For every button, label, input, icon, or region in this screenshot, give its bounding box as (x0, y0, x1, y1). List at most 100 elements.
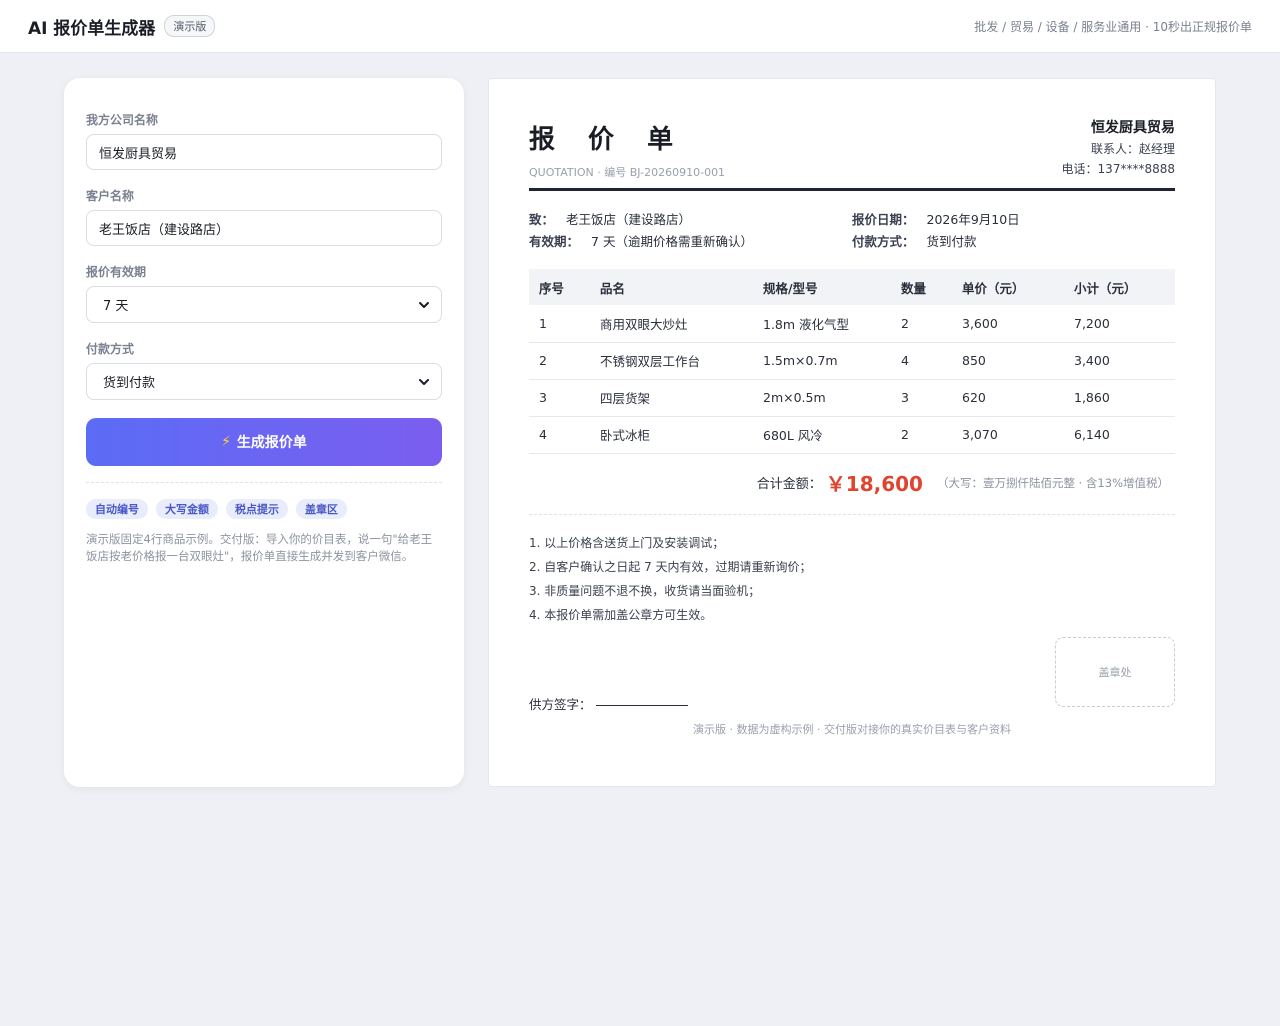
feature-chip: 盖章区 (296, 499, 347, 519)
form-panel: 我方公司名称 恒发厨具贸易 客户名称 老王饭店（建设路店） 报价有效期 7 天 … (64, 78, 464, 787)
company-label: 我方公司名称 (86, 113, 159, 127)
quote-document: 报 价 单 QUOTATION · 编号 BJ-20260910-001 恒发厨… (488, 78, 1216, 787)
signature-field: 供方签字： (529, 694, 688, 713)
supplier-name: 恒发厨具贸易 (1091, 120, 1175, 136)
table-cell: 1,860 (1064, 379, 1175, 417)
supplier-contact: 联系人：赵经理 (1090, 142, 1175, 156)
terms-list: 1. 以上价格含送货上门及安装调试； 2. 自客户确认之日起 7 天内有效，过期… (529, 531, 1175, 627)
table-cell: 2 (891, 416, 952, 454)
date-label: 报价日期： (852, 212, 915, 227)
column-header: 小计（元） (1064, 269, 1175, 305)
client-label: 客户名称 (86, 189, 135, 203)
validity-select[interactable]: 7 天 (86, 286, 442, 323)
term-item: 4. 本报价单需加盖公章方可生效。 (529, 607, 713, 622)
table-header-row: 序号 品名 规格/型号 数量 单价（元） 小计（元） (529, 269, 1175, 305)
to-label: 致： (529, 212, 555, 227)
total-amount: ￥18,600 (825, 472, 923, 496)
table-cell: 7,200 (1064, 305, 1175, 343)
payment-select[interactable]: 货到付款 (86, 363, 442, 400)
table-cell: 1.5m×0.7m (753, 342, 891, 380)
total-in-words: （大写：壹万捌仟陆佰元整 · 含13%增值税） (936, 475, 1169, 490)
validity-select-value: 7 天 (103, 299, 129, 314)
table-cell: 2 (891, 305, 952, 343)
column-header: 单价（元） (952, 269, 1064, 305)
signature-line (595, 704, 688, 706)
table-cell: 1 (529, 305, 590, 343)
items-table: 序号 品名 规格/型号 数量 单价（元） 小计（元） 1 商用双眼大炒灶 1.8… (529, 269, 1175, 454)
top-bar: AI 报价单生成器 演示版 批发 / 贸易 / 设备 / 服务业通用 · 10秒… (0, 0, 1280, 53)
table-row: 4 卧式冰柜 680L 风冷 2 3,070 6,140 (529, 416, 1175, 454)
table-cell: 3,070 (952, 416, 1064, 454)
quote-title: 报 价 单 (529, 125, 686, 155)
column-header: 数量 (891, 269, 952, 305)
signature-area: 供方签字： 盖章处 (529, 636, 1175, 757)
table-cell: 680L 风冷 (753, 416, 891, 454)
brand: AI 报价单生成器 演示版 (28, 14, 216, 39)
tagline: 批发 / 贸易 / 设备 / 服务业通用 · 10秒出正规报价单 (974, 19, 1252, 34)
feature-chip: 自动编号 (86, 499, 148, 519)
payment-meta-value: 货到付款 (926, 234, 977, 249)
table-cell: 3 (529, 379, 590, 417)
supplier-info: 恒发厨具贸易 联系人：赵经理 电话：137****8888 (1062, 117, 1175, 188)
signature-label: 供方签字： (529, 696, 592, 712)
term-item: 3. 非质量问题不退不换，收货请当面验机； (529, 583, 761, 598)
table-cell: 3 (891, 379, 952, 417)
column-header: 序号 (529, 269, 590, 305)
client-input[interactable]: 老王饭店（建设路店） (86, 210, 442, 246)
generate-button-label: 生成报价单 (236, 435, 307, 451)
company-input-value: 恒发厨具贸易 (99, 146, 178, 162)
table-row: 3 四层货架 2m×0.5m 3 620 1,860 (529, 379, 1175, 417)
table-cell: 3,400 (1064, 342, 1175, 380)
demo-note: 演示版固定4行商品示例。交付版：导入你的价目表，说一句"给老王饭店按老价格报一台… (86, 532, 433, 563)
table-cell: 4 (891, 342, 952, 380)
feature-chips: 自动编号 大写金额 税点提示 盖章区 (86, 499, 442, 519)
header-rule (529, 188, 1175, 191)
app-title: AI 报价单生成器 (28, 18, 156, 39)
table-cell: 6,140 (1064, 416, 1175, 454)
validity-meta-value: 7 天（逾期价格需重新确认） (591, 234, 753, 249)
chevron-down-icon (419, 378, 429, 385)
table-cell: 3,600 (952, 305, 1064, 343)
lightning-icon: ⚡ (221, 434, 231, 450)
quote-meta: 致： 老王饭店（建设路店） 有效期： 7 天（逾期价格需重新确认） 报价日期： 202… (529, 209, 1175, 253)
feature-chip: 大写金额 (156, 499, 218, 519)
table-row: 2 不锈钢双层工作台 1.5m×0.7m 4 850 3,400 (529, 342, 1175, 380)
validity-label: 报价有效期 (86, 265, 147, 279)
company-input[interactable]: 恒发厨具贸易 (86, 134, 442, 170)
table-cell: 商用双眼大炒灶 (590, 305, 753, 343)
divider (529, 513, 1175, 515)
column-header: 品名 (590, 269, 753, 305)
table-cell: 2m×0.5m (753, 379, 891, 417)
feature-chip: 税点提示 (226, 499, 288, 519)
quote-number: QUOTATION · 编号 BJ-20260910-001 (529, 166, 726, 179)
payment-meta-label: 付款方式： (852, 234, 915, 249)
table-cell: 四层货架 (590, 379, 753, 417)
table-cell: 4 (529, 416, 590, 454)
term-item: 2. 自客户确认之日起 7 天内有效，过期请重新询价； (529, 559, 812, 574)
table-cell: 卧式冰柜 (590, 416, 753, 454)
to-value: 老王饭店（建设路店） (566, 212, 692, 227)
stamp-box: 盖章处 (1055, 636, 1175, 707)
date-value: 2026年9月10日 (926, 212, 1020, 227)
chevron-down-icon (419, 301, 429, 308)
stamp-label: 盖章处 (1098, 665, 1132, 679)
total-label: 合计金额： (756, 477, 822, 492)
term-item: 1. 以上价格含送货上门及安装调试； (529, 535, 725, 550)
validity-meta-label: 有效期： (529, 234, 580, 249)
divider (86, 482, 442, 483)
table-cell: 2 (529, 342, 590, 380)
table-row: 1 商用双眼大炒灶 1.8m 液化气型 2 3,600 7,200 (529, 305, 1175, 343)
table-cell: 850 (952, 342, 1064, 380)
payment-select-value: 货到付款 (103, 376, 156, 391)
demo-badge: 演示版 (164, 15, 216, 37)
total-row: 合计金额： ￥18,600 （大写：壹万捌仟陆佰元整 · 含13%增值税） (529, 454, 1175, 512)
payment-label: 付款方式 (86, 342, 135, 356)
table-cell: 1.8m 液化气型 (753, 305, 891, 343)
quote-header: 报 价 单 QUOTATION · 编号 BJ-20260910-001 恒发厨… (529, 117, 1175, 188)
column-header: 规格/型号 (753, 269, 891, 305)
generate-quote-button[interactable]: ⚡ 生成报价单 (86, 418, 442, 466)
table-cell: 不锈钢双层工作台 (590, 342, 753, 380)
supplier-phone: 电话：137****8888 (1061, 162, 1175, 176)
client-input-value: 老王饭店（建设路店） (99, 222, 230, 238)
table-cell: 620 (952, 379, 1064, 417)
